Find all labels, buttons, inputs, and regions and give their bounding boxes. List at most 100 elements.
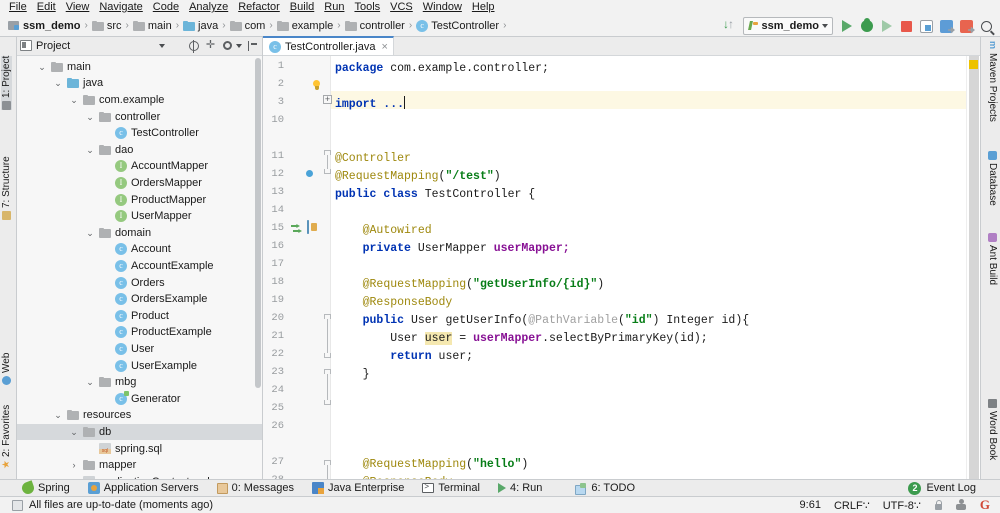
project-structure-button[interactable]: [917, 17, 936, 36]
editor-scrollbar[interactable]: [969, 56, 979, 479]
tree-twisty[interactable]: ⌄: [85, 377, 95, 387]
tree-node[interactable]: ⌄resources: [17, 407, 262, 424]
tree-node[interactable]: ⌄java: [17, 75, 262, 92]
navigate-implementations-button[interactable]: [291, 222, 304, 235]
update-app-button[interactable]: [937, 17, 956, 36]
debug-button[interactable]: [857, 17, 876, 36]
code-editor[interactable]: package com.example.controller; import .…: [331, 56, 966, 479]
menu-item-help[interactable]: Help: [467, 0, 500, 15]
tree-twisty[interactable]: ⌄: [53, 78, 63, 88]
menu-item-analyze[interactable]: Analyze: [184, 0, 233, 15]
tree-twisty[interactable]: ⌄: [85, 112, 95, 122]
tree-node[interactable]: cUser: [17, 341, 262, 358]
hide-panel-button[interactable]: [246, 39, 259, 52]
warning-marker[interactable]: [969, 60, 978, 69]
sidebar-item-web[interactable]: Web: [1, 353, 12, 385]
tree-node[interactable]: cOrders: [17, 274, 262, 291]
menu-item-vcs[interactable]: VCS: [385, 0, 418, 15]
encoding-widget[interactable]: UTF-8∵: [883, 499, 921, 512]
settings-button[interactable]: [221, 39, 234, 52]
tree-node[interactable]: cAccountExample: [17, 258, 262, 275]
tool-window-spring[interactable]: Spring: [0, 480, 79, 497]
run-configuration-selector[interactable]: ssm_demo: [743, 17, 833, 35]
breadcrumb-item-java[interactable]: java: [181, 20, 220, 32]
breadcrumb-item-src[interactable]: src: [90, 20, 124, 32]
stop-button[interactable]: [897, 17, 916, 36]
tree-node[interactable]: ⌄domain: [17, 224, 262, 241]
sidebar-item-database[interactable]: Database: [987, 151, 998, 206]
status-message-area[interactable]: All files are up-to-date (moments ago): [4, 499, 213, 511]
breadcrumb-item-testcontroller[interactable]: c TestController: [414, 20, 501, 32]
tree-node[interactable]: ⌄db: [17, 424, 262, 441]
run-button[interactable]: [837, 17, 856, 36]
tree-twisty[interactable]: ›: [69, 460, 79, 470]
menu-item-edit[interactable]: Edit: [32, 0, 61, 15]
tool-window-terminal[interactable]: Terminal: [413, 480, 489, 497]
tool-window-todo[interactable]: 6: TODO: [551, 480, 644, 497]
menu-item-navigate[interactable]: Navigate: [94, 0, 147, 15]
tree-twisty[interactable]: ⌄: [69, 427, 79, 437]
import-folded[interactable]: import ...: [335, 98, 404, 111]
sidebar-item-favorites[interactable]: ★ 2: Favorites: [1, 405, 12, 469]
sidebar-item-project[interactable]: 1: Project: [1, 56, 12, 110]
sidebar-item-structure[interactable]: 7: Structure: [1, 156, 12, 220]
search-everywhere-button[interactable]: [977, 17, 996, 36]
breadcrumb-item-main[interactable]: main: [131, 20, 174, 32]
tool-window-messages[interactable]: 0: Messages: [208, 480, 303, 497]
tool-window-java-enterprise[interactable]: Java Enterprise: [303, 480, 413, 497]
tree-node[interactable]: ⌄mbg: [17, 374, 262, 391]
project-tree-scrollbar[interactable]: [255, 58, 261, 388]
sidebar-item-ant-build[interactable]: Ant Build: [987, 233, 998, 285]
fold-region-icon[interactable]: [324, 169, 331, 174]
sidebar-item-maven-projects[interactable]: m Maven Projects: [987, 41, 998, 122]
tree-node[interactable]: ⌄main: [17, 59, 262, 76]
editor-marker-bar[interactable]: [966, 56, 980, 479]
redeploy-button[interactable]: [957, 17, 976, 36]
chevron-down-icon[interactable]: [236, 44, 242, 48]
breadcrumb-item-controller[interactable]: controller: [343, 20, 407, 32]
tree-node[interactable]: cGenerator: [17, 390, 262, 407]
expand-all-button[interactable]: ✛: [204, 39, 217, 52]
tree-node[interactable]: IProductMapper: [17, 191, 262, 208]
event-log-button[interactable]: 2 Event Log: [908, 482, 1000, 495]
menu-item-tools[interactable]: Tools: [349, 0, 385, 15]
tree-twisty[interactable]: ⌄: [53, 410, 63, 420]
fold-region-icon[interactable]: [324, 400, 331, 405]
tree-node[interactable]: cAccount: [17, 241, 262, 258]
breadcrumb-item-example[interactable]: example: [275, 20, 336, 32]
intention-bulb-icon[interactable]: [311, 80, 322, 93]
read-only-lock-icon[interactable]: [934, 500, 943, 511]
sidebar-item-word-book[interactable]: Word Book: [987, 399, 998, 460]
scroll-from-source-button[interactable]: [187, 39, 200, 52]
spring-bean-gutter-button[interactable]: [303, 167, 316, 180]
tree-twisty[interactable]: ⌄: [85, 228, 95, 238]
autowired-dependency-button[interactable]: [307, 221, 320, 234]
editor-tab-testcontroller[interactable]: c TestController.java ×: [263, 36, 394, 55]
fold-region-icon[interactable]: [324, 353, 331, 358]
menu-item-window[interactable]: Window: [418, 0, 467, 15]
tree-twisty[interactable]: ⌄: [69, 95, 79, 105]
tree-node[interactable]: cOrdersExample: [17, 291, 262, 308]
tree-node[interactable]: ›mapper: [17, 457, 262, 474]
tree-node[interactable]: ⌄controller: [17, 108, 262, 125]
tree-node[interactable]: cProductExample: [17, 324, 262, 341]
menu-item-code[interactable]: Code: [148, 0, 184, 15]
power-save-icon[interactable]: [956, 499, 967, 511]
menu-item-run[interactable]: Run: [319, 0, 349, 15]
tree-node[interactable]: IUserMapper: [17, 208, 262, 225]
tool-window-application-servers[interactable]: Application Servers: [79, 480, 208, 497]
menu-item-refactor[interactable]: Refactor: [233, 0, 285, 15]
tree-node[interactable]: IAccountMapper: [17, 158, 262, 175]
tool-window-run[interactable]: 4: Run: [489, 480, 551, 497]
tree-twisty[interactable]: ⌄: [85, 145, 95, 155]
run-with-coverage-button[interactable]: [877, 17, 896, 36]
translation-g-icon[interactable]: G: [980, 497, 990, 513]
close-icon[interactable]: ×: [382, 41, 388, 53]
chevron-down-icon[interactable]: [159, 44, 165, 48]
editor-gutter[interactable]: + 12310111213141516171819202122232425262…: [263, 56, 331, 479]
tree-node[interactable]: IOrdersMapper: [17, 175, 262, 192]
line-separator-widget[interactable]: CRLF∵: [834, 499, 870, 512]
tree-node[interactable]: cTestController: [17, 125, 262, 142]
update-project-button[interactable]: [720, 17, 739, 36]
caret-position-widget[interactable]: 9:61: [800, 499, 821, 511]
